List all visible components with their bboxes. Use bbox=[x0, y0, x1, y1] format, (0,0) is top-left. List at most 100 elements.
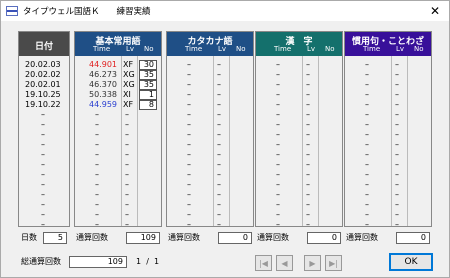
empty-date-dash: – bbox=[41, 220, 45, 229]
days-value: 5 bbox=[43, 232, 67, 244]
record-list: – – – – – – – – – – – – – – – – – – – – – – – – – – – – – – – – – – bbox=[256, 56, 342, 229]
record-panel-3: 漢 字 Time Lv No – – – – – – – – – – – – – – – – – – – – – – – – – – – – –… bbox=[255, 31, 343, 229]
table-row: – – bbox=[167, 190, 253, 200]
empty-time-dash: – bbox=[365, 60, 369, 69]
table-row: – – bbox=[256, 210, 342, 220]
last-page-button[interactable]: ▶| bbox=[325, 255, 342, 271]
page-current: 1 bbox=[136, 257, 142, 266]
time-value: 46.370 bbox=[89, 80, 117, 89]
empty-lv-dash: – bbox=[306, 60, 310, 69]
table-row: – – bbox=[256, 110, 342, 120]
empty-time-dash: – bbox=[187, 150, 191, 159]
table-row: – – bbox=[167, 200, 253, 210]
empty-date-dash: – bbox=[41, 110, 45, 119]
lv-column-header: Lv bbox=[126, 45, 135, 53]
count-label: 通算回数 bbox=[346, 233, 378, 242]
date-panel-header: 日付 bbox=[19, 32, 69, 56]
empty-time-dash: – bbox=[187, 190, 191, 199]
table-row: – bbox=[19, 200, 69, 210]
time-column-header: Time bbox=[274, 45, 292, 53]
empty-time-dash: – bbox=[276, 160, 280, 169]
empty-time-dash: – bbox=[365, 90, 369, 99]
record-panel-header: 慣用句・ことわざ Time Lv No bbox=[345, 32, 431, 56]
table-row: – – bbox=[75, 170, 161, 180]
empty-time-dash: – bbox=[365, 160, 369, 169]
table-row: – – bbox=[75, 150, 161, 160]
empty-time-dash: – bbox=[276, 90, 280, 99]
table-row: – bbox=[19, 160, 69, 170]
table-row: – – bbox=[256, 150, 342, 160]
close-button[interactable]: ✕ bbox=[421, 1, 449, 21]
ok-button[interactable]: OK bbox=[389, 253, 433, 271]
table-row: – bbox=[19, 170, 69, 180]
table-row: – bbox=[19, 130, 69, 140]
empty-lv-dash: – bbox=[306, 110, 310, 119]
empty-time-dash: – bbox=[276, 110, 280, 119]
empty-lv-dash: – bbox=[217, 70, 221, 79]
empty-lv-dash: – bbox=[306, 200, 310, 209]
table-row: – – bbox=[75, 120, 161, 130]
table-row: – bbox=[19, 140, 69, 150]
record-list: 44.901 XF 30 46.273 XG 35 46.370 XG 35 50.338 XI 1 4… bbox=[75, 56, 161, 229]
lv-value: XG bbox=[123, 70, 135, 79]
empty-lv-dash: – bbox=[217, 120, 221, 129]
empty-lv-dash: – bbox=[306, 160, 310, 169]
count-label: 通算回数 bbox=[168, 233, 200, 242]
empty-time-dash: – bbox=[276, 120, 280, 129]
empty-date-dash: – bbox=[41, 170, 45, 179]
no-value: 35 bbox=[139, 80, 157, 90]
no-column-header: No bbox=[325, 45, 335, 53]
empty-lv-dash: – bbox=[395, 220, 399, 229]
table-row: – – bbox=[345, 70, 431, 80]
empty-time-dash: – bbox=[276, 60, 280, 69]
empty-lv-dash: – bbox=[125, 110, 129, 119]
time-value: 46.273 bbox=[89, 70, 117, 79]
empty-lv-dash: – bbox=[306, 220, 310, 229]
table-row: – – bbox=[256, 180, 342, 190]
table-row: – – bbox=[345, 140, 431, 150]
empty-lv-dash: – bbox=[217, 90, 221, 99]
title-bar: タイプウェル国語Ｋ 練習実績 ✕ bbox=[1, 1, 449, 21]
first-page-button[interactable]: |◀ bbox=[255, 255, 272, 271]
empty-time-dash: – bbox=[365, 130, 369, 139]
page-total: 1 bbox=[153, 257, 160, 266]
page-separator: / bbox=[146, 257, 149, 266]
empty-lv-dash: – bbox=[125, 140, 129, 149]
empty-time-dash: – bbox=[95, 200, 99, 209]
empty-lv-dash: – bbox=[217, 190, 221, 199]
prev-page-button[interactable]: ◀ bbox=[276, 255, 293, 271]
time-value: 50.338 bbox=[89, 90, 117, 99]
empty-date-dash: – bbox=[41, 130, 45, 139]
next-page-button[interactable]: ▶ bbox=[304, 255, 321, 271]
total-label: 総通算回数 bbox=[21, 257, 61, 266]
no-value: 1 bbox=[139, 90, 157, 100]
lv-value: XF bbox=[123, 60, 134, 69]
empty-time-dash: – bbox=[95, 170, 99, 179]
empty-lv-dash: – bbox=[395, 100, 399, 109]
empty-time-dash: – bbox=[95, 150, 99, 159]
time-column-header: Time bbox=[93, 45, 111, 53]
empty-time-dash: – bbox=[187, 60, 191, 69]
table-row: – bbox=[19, 110, 69, 120]
table-row: – – bbox=[75, 180, 161, 190]
empty-lv-dash: – bbox=[306, 90, 310, 99]
no-value: 8 bbox=[139, 100, 157, 110]
empty-time-dash: – bbox=[365, 110, 369, 119]
table-row: 19.10.22 bbox=[19, 100, 69, 110]
empty-time-dash: – bbox=[276, 130, 280, 139]
empty-time-dash: – bbox=[276, 210, 280, 219]
empty-time-dash: – bbox=[95, 140, 99, 149]
table-row: – – bbox=[167, 90, 253, 100]
app-icon bbox=[6, 6, 18, 16]
empty-date-dash: – bbox=[41, 190, 45, 199]
empty-lv-dash: – bbox=[306, 120, 310, 129]
empty-lv-dash: – bbox=[217, 140, 221, 149]
empty-time-dash: – bbox=[365, 210, 369, 219]
table-row: – – bbox=[167, 100, 253, 110]
empty-lv-dash: – bbox=[306, 80, 310, 89]
empty-lv-dash: – bbox=[125, 120, 129, 129]
empty-time-dash: – bbox=[187, 160, 191, 169]
record-panel-1: 基本常用語 Time Lv No 44.901 XF 30 46.273 XG 35 46.370 X… bbox=[74, 31, 162, 229]
count-label: 通算回数 bbox=[76, 233, 108, 242]
count-label: 通算回数 bbox=[257, 233, 289, 242]
